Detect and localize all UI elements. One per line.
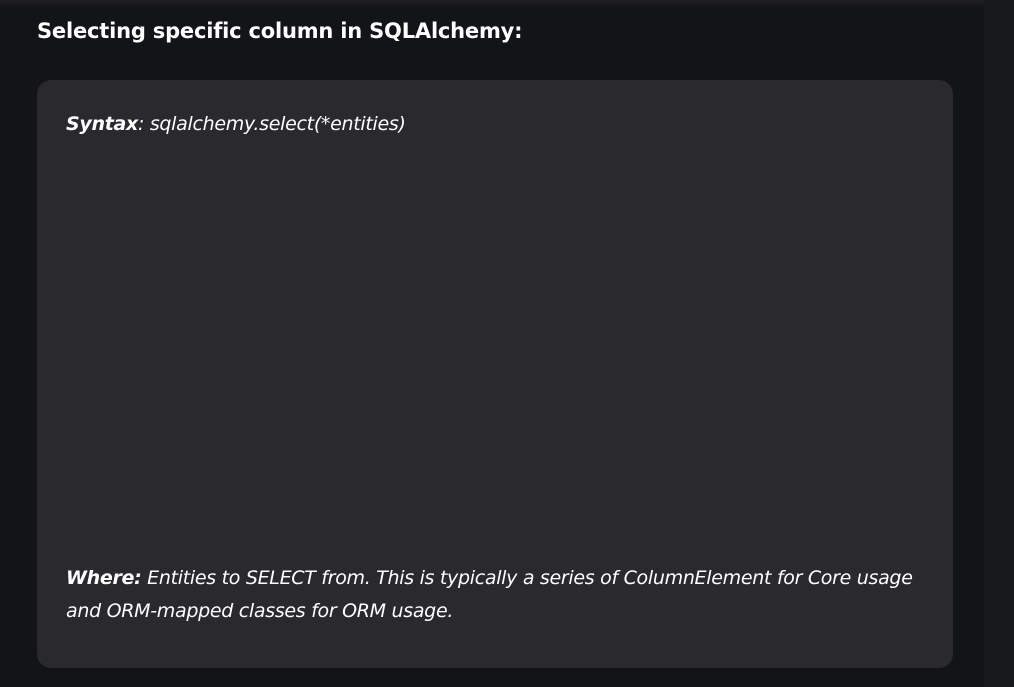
where-label: Where: bbox=[66, 567, 142, 589]
syntax-separator: : bbox=[137, 113, 150, 135]
article-page: Selecting specific column in SQLAlchemy:… bbox=[0, 0, 1014, 687]
syntax-line: Syntax: sqlalchemy.select(*entities) bbox=[66, 113, 406, 135]
right-gutter bbox=[984, 0, 1014, 687]
top-shadow bbox=[0, 0, 1014, 8]
section-heading: Selecting specific column in SQLAlchemy: bbox=[37, 19, 523, 43]
where-paragraph: Where: Entities to SELECT from. This is … bbox=[66, 562, 926, 628]
syntax-label: Syntax bbox=[66, 113, 138, 135]
where-text: Entities to SELECT from. This is typical… bbox=[66, 567, 913, 622]
syntax-code: sqlalchemy.select(*entities) bbox=[149, 113, 406, 135]
syntax-card: Syntax: sqlalchemy.select(*entities) Whe… bbox=[37, 80, 953, 668]
